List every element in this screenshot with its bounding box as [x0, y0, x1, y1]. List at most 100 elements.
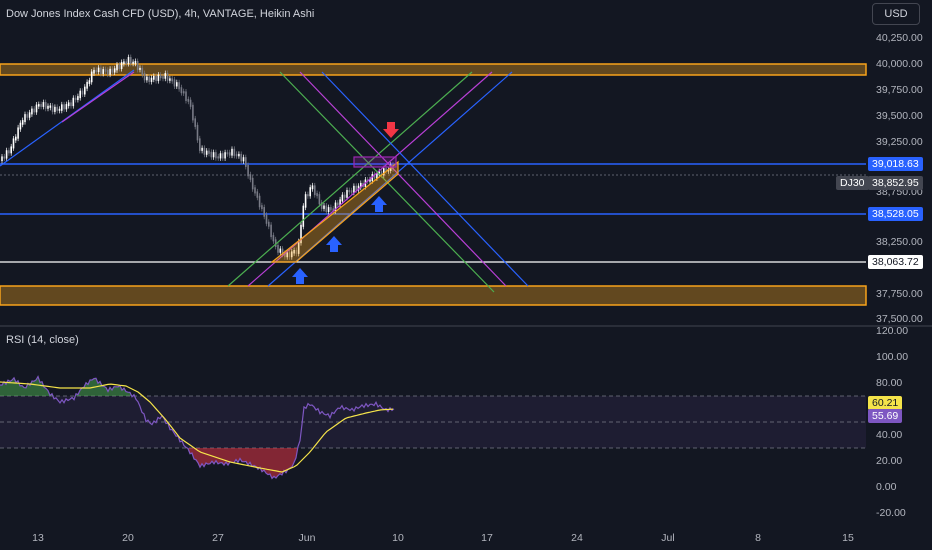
time-axis-label: Jul — [661, 532, 675, 544]
price-chart-pane[interactable] — [0, 0, 932, 325]
candle — [157, 74, 160, 82]
rsi-oversold-fill — [188, 448, 298, 479]
candle — [169, 78, 171, 81]
candle — [353, 185, 355, 193]
candle — [17, 127, 19, 139]
price-axis-label: 39,750.00 — [876, 84, 923, 96]
time-axis-label: 13 — [32, 532, 44, 544]
candle — [72, 97, 75, 107]
resistance-price-tag: 39,018.63 — [868, 157, 923, 171]
candle — [251, 177, 254, 190]
candle — [120, 61, 123, 69]
price-axis-label: 39,500.00 — [876, 110, 923, 122]
candle — [90, 71, 93, 83]
candle — [111, 68, 114, 73]
candle — [155, 75, 157, 82]
candle — [189, 99, 192, 107]
candle — [314, 185, 316, 196]
candle — [107, 69, 109, 75]
candle — [194, 118, 196, 127]
currency-button[interactable]: USD — [872, 3, 920, 25]
candle — [70, 102, 72, 107]
price-axis-label: 38,250.00 — [876, 236, 923, 248]
candle — [254, 187, 256, 194]
support-zone[interactable] — [0, 285, 867, 306]
rsi-title[interactable]: RSI (14, close) — [6, 334, 79, 346]
trend-line-falling-blue[interactable] — [321, 71, 529, 287]
candle — [261, 205, 263, 210]
price-axis-label: 40,000.00 — [876, 58, 923, 70]
candle — [12, 138, 15, 149]
candle — [238, 153, 240, 157]
candle — [327, 207, 330, 213]
highlight-box[interactable] — [353, 156, 397, 168]
candle — [10, 146, 12, 154]
time-axis-label: Jun — [298, 532, 316, 544]
candle — [81, 90, 84, 95]
low-price-tag: 38,063.72 — [868, 255, 923, 269]
candle — [263, 207, 265, 217]
candle — [65, 104, 68, 110]
trend-line-upper-left-magenta[interactable] — [61, 71, 135, 123]
candle — [49, 105, 52, 108]
candle — [130, 57, 132, 64]
candle — [146, 76, 148, 81]
symbol-tag: DJ30 — [836, 176, 869, 190]
candle — [44, 102, 47, 109]
candle — [205, 150, 208, 155]
candle — [212, 152, 215, 158]
candle — [240, 153, 242, 162]
candle — [279, 248, 282, 253]
price-axis-label: 37,500.00 — [876, 313, 923, 325]
candle — [88, 80, 91, 84]
candle — [79, 90, 81, 99]
chart-app: Dow Jones Index Cash CFD (USD), 4h, VANT… — [0, 0, 932, 550]
candle — [31, 108, 33, 115]
candle — [210, 151, 213, 158]
candle — [226, 152, 229, 155]
arrow-up-icon — [371, 196, 387, 212]
arrow-up-icon — [292, 268, 308, 284]
rsi-axis-label: 80.00 — [876, 377, 903, 389]
candle — [272, 235, 275, 242]
candle — [173, 79, 176, 87]
candle — [256, 191, 259, 198]
price-axis-label: 37,750.00 — [876, 288, 923, 300]
candle — [33, 108, 35, 113]
candle — [141, 67, 144, 76]
rsi-axis-label: 20.00 — [876, 455, 903, 467]
time-axis-label: 20 — [122, 532, 134, 544]
candle — [125, 61, 127, 64]
candle — [224, 152, 226, 159]
trend-line-rising-green[interactable] — [227, 71, 473, 287]
candle — [231, 148, 233, 156]
candle — [242, 157, 245, 162]
candle — [185, 91, 187, 101]
time-axis-label: 17 — [481, 532, 493, 544]
candle — [307, 194, 309, 197]
candle — [3, 156, 6, 159]
rsi-pane[interactable] — [0, 327, 932, 527]
candle — [270, 224, 272, 238]
candle — [350, 190, 353, 193]
candle — [38, 104, 40, 107]
candle — [1, 156, 3, 161]
candle — [136, 61, 139, 70]
candle — [132, 61, 134, 64]
candle — [42, 102, 45, 107]
candle — [249, 174, 252, 180]
candle — [67, 102, 70, 107]
candle — [201, 147, 203, 151]
candle — [40, 104, 42, 107]
candle — [330, 207, 332, 211]
rsi-axis-label: 120.00 — [876, 325, 909, 337]
candle — [58, 108, 61, 111]
candle — [309, 187, 311, 197]
rsi-axis-label: 100.00 — [876, 351, 909, 363]
candle — [118, 64, 121, 69]
candle — [109, 68, 111, 75]
symbol-title[interactable]: Dow Jones Index Cash CFD (USD), 4h, VANT… — [6, 8, 314, 20]
time-axis-label: 8 — [755, 532, 761, 544]
candle — [104, 69, 107, 72]
candle — [343, 194, 346, 198]
